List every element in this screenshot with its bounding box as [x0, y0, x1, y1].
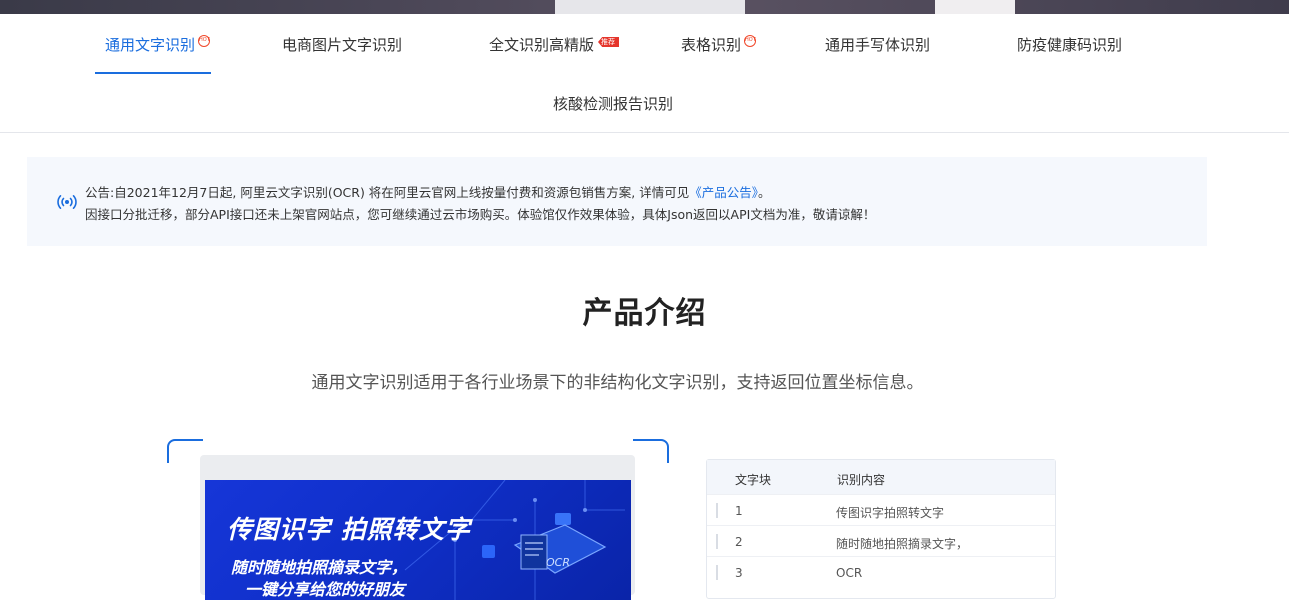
table-row[interactable]: 2 随时随地拍照摘录文字， — [707, 525, 1055, 556]
demo-image-subtitle: 一键分享给您的好朋友 — [245, 580, 406, 599]
hero-banner-image-part — [555, 0, 745, 14]
tab-ecommerce-image-ocr[interactable]: 电商图片文字识别 — [282, 34, 402, 55]
hero-banner-strip — [0, 0, 1289, 14]
announcement-line-2: 因接口分批迁移，部分API接口还未上架官网站点，您可继续通过云市场购买。体验馆仅… — [85, 207, 876, 222]
announcement-line-1: 公告:自2021年12月7日起, 阿里云文字识别(OCR) 将在阿里云官网上线按… — [85, 182, 771, 201]
demo-image[interactable]: OCR 传图识字 拍照转文字 随时随地拍照摘录文字， 一键分享给您的好朋友 — [205, 480, 631, 600]
tab-fulltext-high-precision[interactable]: 全文识别高精版 推荐 — [489, 34, 620, 55]
row-index: 1 — [735, 504, 743, 518]
row-marker — [716, 565, 718, 580]
row-content: 传图识字拍照转文字 — [836, 506, 945, 520]
row-marker — [716, 503, 718, 518]
hot-badge-icon: HOT — [744, 35, 757, 47]
tab-table-ocr[interactable]: 表格识别 HOT — [681, 34, 757, 55]
tab-health-code-ocr[interactable]: 防疫健康码识别 — [1017, 34, 1122, 55]
tab-label: 通用手写体识别 — [825, 36, 931, 54]
tab-label: 防疫健康码识别 — [1017, 36, 1123, 54]
active-tab-indicator — [95, 72, 211, 74]
tab-nucleic-acid-report-ocr[interactable]: 核酸检测报告识别 — [553, 93, 673, 114]
frame-corner — [633, 439, 669, 463]
tab-label: 核酸检测报告识别 — [553, 95, 674, 113]
tab-label: 全文识别高精版 — [489, 36, 595, 54]
tab-label: 表格识别 — [681, 36, 742, 54]
announcement-text: 公告:自2021年12月7日起, 阿里云文字识别(OCR) 将在阿里云官网上线按… — [85, 185, 690, 200]
table-row[interactable]: 3 OCR — [707, 556, 1055, 587]
tab-label: 通用文字识别 — [105, 36, 196, 54]
product-announcement-link[interactable]: 《产品公告》 — [689, 185, 758, 200]
column-header-text-block: 文字块 — [735, 473, 772, 487]
result-table-header: 文字块 识别内容 — [707, 460, 1055, 494]
recommend-badge: 推荐 — [598, 37, 620, 47]
product-intro-title: 产品介绍 — [582, 296, 707, 331]
demo-image-subtitle: 随时随地拍照摘录文字， — [231, 558, 408, 577]
broadcast-icon — [57, 195, 77, 209]
tab-general-text-ocr[interactable]: 通用文字识别 HOT — [105, 34, 211, 55]
row-index: 3 — [735, 566, 743, 580]
product-intro-description: 通用文字识别适用于各行业场景下的非结构化文字识别，支持返回位置坐标信息。 — [311, 373, 924, 393]
column-header-content: 识别内容 — [837, 473, 886, 487]
product-tab-bar: 通用文字识别 HOT 电商图片文字识别 全文识别高精版 推荐 表格识别 HOT 通用手… — [0, 14, 1289, 133]
tab-label: 电商图片文字识别 — [282, 36, 403, 54]
table-row[interactable]: 1 传图识字拍照转文字 — [707, 494, 1055, 525]
ocr-label: OCR — [546, 556, 570, 569]
row-content: OCR — [836, 566, 863, 580]
tab-handwriting-ocr[interactable]: 通用手写体识别 — [825, 34, 930, 55]
recognition-result-table: 文字块 识别内容 1 传图识字拍照转文字 2 随时随地拍照摘录文字， 3 OCR — [706, 459, 1056, 599]
demo-image-title: 传图识字 拍照转文字 — [227, 515, 471, 544]
hot-badge-icon: HOT — [198, 35, 211, 47]
row-index: 2 — [735, 535, 743, 549]
row-marker — [716, 534, 718, 549]
frame-corner — [167, 439, 203, 463]
hero-banner-image-part — [935, 0, 1015, 14]
announcement-banner: 公告:自2021年12月7日起, 阿里云文字识别(OCR) 将在阿里云官网上线按… — [27, 157, 1207, 246]
announcement-text: 。 — [758, 185, 771, 200]
row-content: 随时随地拍照摘录文字， — [836, 537, 969, 551]
